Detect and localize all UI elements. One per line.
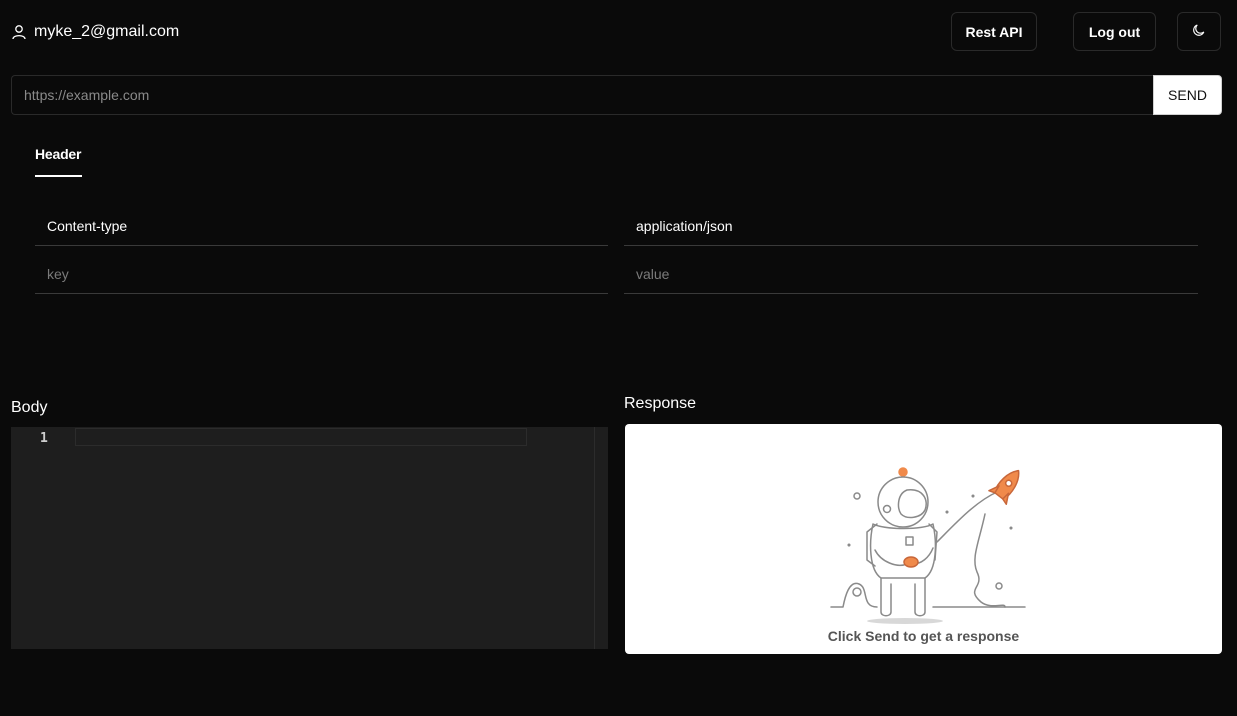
rest-api-button[interactable]: Rest API xyxy=(951,12,1037,51)
header-key-input[interactable] xyxy=(35,254,608,294)
send-button[interactable]: SEND xyxy=(1153,75,1222,115)
logout-button[interactable]: Log out xyxy=(1073,12,1156,51)
response-panel: Click Send to get a response xyxy=(625,424,1222,654)
editor-scrollbar[interactable] xyxy=(594,427,608,649)
editor-current-line[interactable] xyxy=(75,428,527,446)
url-input[interactable] xyxy=(11,75,1154,115)
body-editor[interactable]: 1 xyxy=(11,427,608,649)
response-label: Response xyxy=(624,395,697,412)
user-email: myke_2@gmail.com xyxy=(34,23,180,40)
header-value-input[interactable] xyxy=(624,254,1198,294)
astronaut-rocket-illustration xyxy=(825,462,1035,632)
active-tab-indicator xyxy=(35,175,82,177)
user-info: myke_2@gmail.com xyxy=(11,20,179,44)
response-empty-message: Click Send to get a response xyxy=(827,628,1020,644)
editor-gutter: 1 xyxy=(11,427,73,649)
body-label: Body xyxy=(11,399,48,416)
header-value-input[interactable] xyxy=(624,206,1198,246)
moon-icon xyxy=(1192,23,1206,40)
user-icon xyxy=(11,24,27,40)
line-number: 1 xyxy=(40,431,48,446)
tab-header[interactable]: Header xyxy=(35,146,81,162)
theme-toggle-button[interactable] xyxy=(1177,12,1221,51)
header-key-input[interactable] xyxy=(35,206,608,246)
